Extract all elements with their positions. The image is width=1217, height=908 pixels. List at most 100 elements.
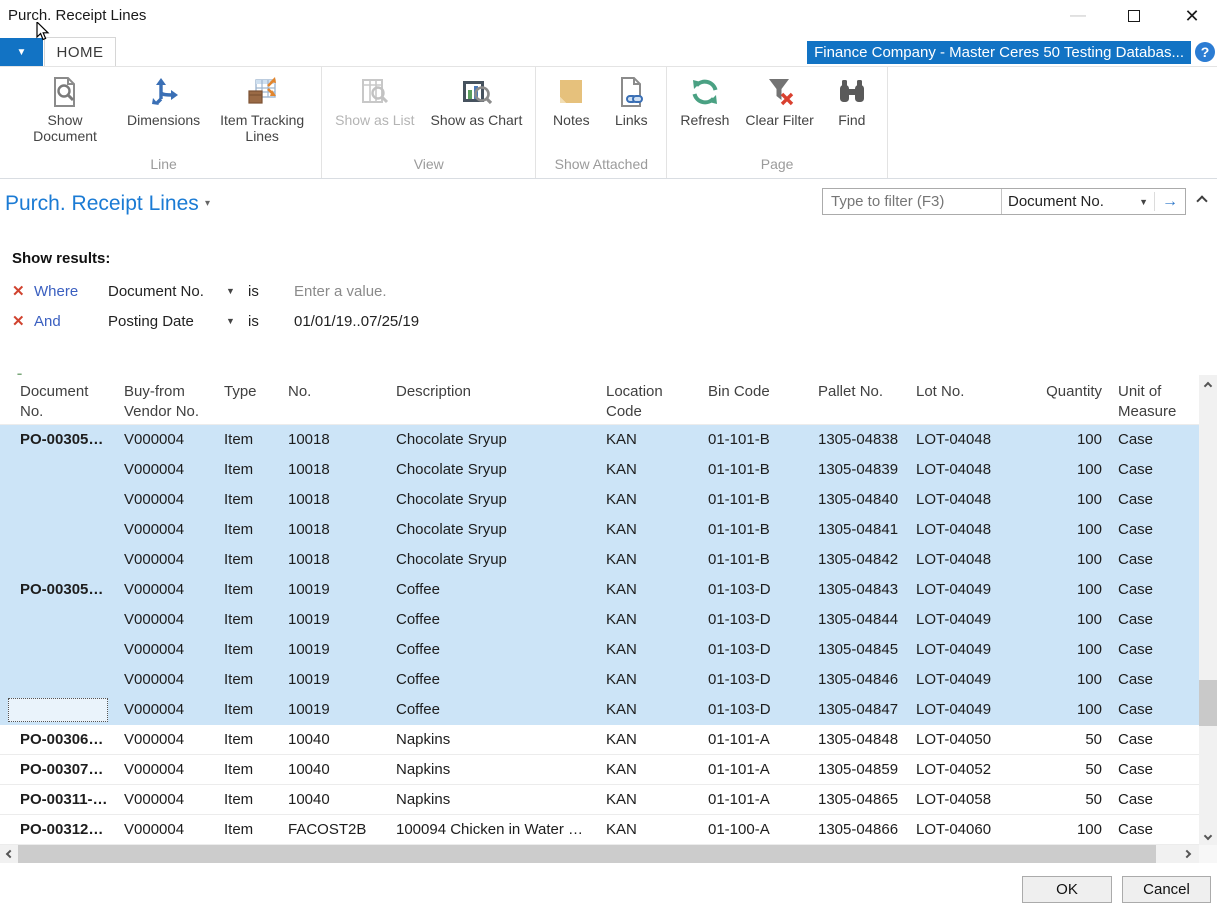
scroll-right-button[interactable] [1179, 845, 1195, 863]
page-title-caret-icon[interactable]: ▾ [205, 198, 210, 209]
apply-filter-arrow-button[interactable]: → [1155, 193, 1185, 211]
cell-location-code[interactable]: KAN [598, 641, 700, 658]
cell-quantity[interactable]: 100 [1038, 521, 1110, 538]
remove-filter-icon[interactable]: ✕ [12, 282, 34, 300]
cell-type[interactable]: Item [216, 731, 280, 748]
cell-unit-of-measure[interactable]: Case [1110, 431, 1196, 448]
chevron-down-icon[interactable]: ▼ [226, 316, 248, 326]
cell-location-code[interactable]: KAN [598, 731, 700, 748]
cell-unit-of-measure[interactable]: Case [1110, 611, 1196, 628]
cell-buy-from-vendor-no[interactable]: V000004 [116, 821, 216, 838]
column-header-quantity[interactable]: Quantity [1038, 382, 1110, 424]
cell-no[interactable]: 10018 [280, 431, 388, 448]
cell-unit-of-measure[interactable]: Case [1110, 641, 1196, 658]
cell-buy-from-vendor-no[interactable]: V000004 [116, 611, 216, 628]
cell-no[interactable]: 10040 [280, 791, 388, 808]
cell-bin-code[interactable]: 01-101-B [700, 551, 810, 568]
cell-type[interactable]: Item [216, 491, 280, 508]
cell-buy-from-vendor-no[interactable]: V000004 [116, 581, 216, 598]
cell-buy-from-vendor-no[interactable]: V000004 [116, 671, 216, 688]
cell-unit-of-measure[interactable]: Case [1110, 701, 1196, 718]
cell-lot-no[interactable]: LOT-04048 [908, 551, 1038, 568]
cell-buy-from-vendor-no[interactable]: V000004 [116, 521, 216, 538]
cell-pallet-no[interactable]: 1305-04842 [810, 551, 908, 568]
cell-no[interactable]: 10018 [280, 461, 388, 478]
cell-quantity[interactable]: 100 [1038, 701, 1110, 718]
cell-pallet-no[interactable]: 1305-04848 [810, 731, 908, 748]
cell-location-code[interactable]: KAN [598, 431, 700, 448]
scroll-left-button[interactable] [2, 845, 18, 863]
cell-bin-code[interactable]: 01-101-B [700, 461, 810, 478]
cell-description[interactable]: Chocolate Sryup [388, 461, 598, 478]
cancel-button[interactable]: Cancel [1122, 876, 1211, 903]
column-header-unit-of-measure[interactable]: Unit of Measure [1110, 382, 1196, 424]
filter-value[interactable]: 01/01/19..07/25/19 [294, 313, 419, 330]
filter-field-selector[interactable]: Document No. ▼ [1002, 193, 1154, 210]
cell-lot-no[interactable]: LOT-04048 [908, 491, 1038, 508]
cell-location-code[interactable]: KAN [598, 491, 700, 508]
cell-bin-code[interactable]: 01-101-B [700, 491, 810, 508]
cell-description[interactable]: Napkins [388, 761, 598, 778]
cell-no[interactable]: 10018 [280, 521, 388, 538]
cell-description[interactable]: Coffee [388, 611, 598, 628]
cell-pallet-no[interactable]: 1305-04843 [810, 581, 908, 598]
cell-no[interactable]: 10018 [280, 491, 388, 508]
maximize-button[interactable] [1122, 4, 1146, 28]
cell-buy-from-vendor-no[interactable]: V000004 [116, 491, 216, 508]
cell-location-code[interactable]: KAN [598, 461, 700, 478]
cell-bin-code[interactable]: 01-101-B [700, 521, 810, 538]
cell-location-code[interactable]: KAN [598, 701, 700, 718]
cell-unit-of-measure[interactable]: Case [1110, 551, 1196, 568]
cell-unit-of-measure[interactable]: Case [1110, 821, 1196, 838]
cell-location-code[interactable]: KAN [598, 821, 700, 838]
cell-type[interactable]: Item [216, 521, 280, 538]
cell-pallet-no[interactable]: 1305-04838 [810, 431, 908, 448]
cell-no[interactable]: 10040 [280, 731, 388, 748]
cell-no[interactable]: 10019 [280, 611, 388, 628]
scroll-up-button[interactable] [1199, 375, 1217, 393]
cell-quantity[interactable]: 100 [1038, 641, 1110, 658]
cell-buy-from-vendor-no[interactable]: V000004 [116, 551, 216, 568]
vertical-scrollbar-thumb[interactable] [1199, 680, 1217, 726]
cell-quantity[interactable]: 100 [1038, 821, 1110, 838]
cell-quantity[interactable]: 100 [1038, 611, 1110, 628]
cell-lot-no[interactable]: LOT-04050 [908, 731, 1038, 748]
item-tracking-lines-button[interactable]: Item Tracking Lines [209, 71, 315, 146]
cell-bin-code[interactable]: 01-101-A [700, 731, 810, 748]
cell-type[interactable]: Item [216, 551, 280, 568]
cell-location-code[interactable]: KAN [598, 761, 700, 778]
cell-quantity[interactable]: 50 [1038, 791, 1110, 808]
cell-document-no[interactable]: PO-00311-1R [0, 791, 116, 808]
cell-description[interactable]: Chocolate Sryup [388, 551, 598, 568]
ok-button[interactable]: OK [1022, 876, 1112, 903]
cell-lot-no[interactable]: LOT-04049 [908, 641, 1038, 658]
minimize-button[interactable]: — [1066, 4, 1090, 28]
horizontal-scrollbar-thumb[interactable] [18, 845, 1156, 863]
cell-description[interactable]: Napkins [388, 731, 598, 748]
cell-lot-no[interactable]: LOT-04052 [908, 761, 1038, 778]
tab-home[interactable]: HOME [44, 37, 116, 66]
cell-pallet-no[interactable]: 1305-04865 [810, 791, 908, 808]
cell-unit-of-measure[interactable]: Case [1110, 671, 1196, 688]
cell-quantity[interactable]: 50 [1038, 761, 1110, 778]
cell-location-code[interactable]: KAN [598, 791, 700, 808]
cell-document-no[interactable]: PO-00305-1R [0, 431, 116, 448]
cell-unit-of-measure[interactable]: Case [1110, 491, 1196, 508]
cell-buy-from-vendor-no[interactable]: V000004 [116, 431, 216, 448]
filter-connector[interactable]: Where [34, 283, 108, 300]
cell-lot-no[interactable]: LOT-04049 [908, 611, 1038, 628]
cell-type[interactable]: Item [216, 461, 280, 478]
cell-no[interactable]: 10019 [280, 641, 388, 658]
cell-pallet-no[interactable]: 1305-04841 [810, 521, 908, 538]
cell-pallet-no[interactable]: 1305-04844 [810, 611, 908, 628]
scroll-down-button[interactable] [1199, 827, 1217, 845]
collapse-pane-button[interactable] [1198, 192, 1214, 208]
cell-lot-no[interactable]: LOT-04048 [908, 521, 1038, 538]
notes-button[interactable]: Notes [542, 71, 600, 131]
cell-bin-code[interactable]: 01-100-A [700, 821, 810, 838]
cell-pallet-no[interactable]: 1305-04845 [810, 641, 908, 658]
cell-lot-no[interactable]: LOT-04049 [908, 701, 1038, 718]
cell-type[interactable]: Item [216, 701, 280, 718]
cell-buy-from-vendor-no[interactable]: V000004 [116, 761, 216, 778]
vertical-scrollbar[interactable] [1199, 375, 1217, 845]
